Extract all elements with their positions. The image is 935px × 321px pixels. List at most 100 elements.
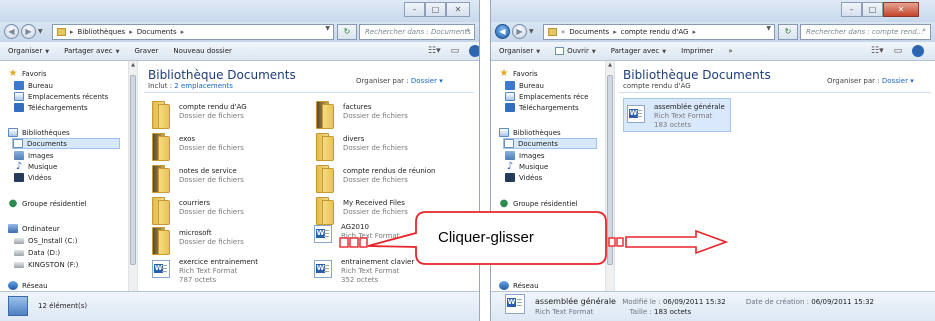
file-item-exercice-entrainement[interactable]: exercice entrainementRich Text Format787… bbox=[152, 256, 258, 286]
sidebar-item-downloads[interactable]: Téléchargements bbox=[14, 102, 88, 113]
forward-button[interactable]: ▶ bbox=[512, 24, 527, 39]
rtf-document-icon bbox=[152, 260, 170, 278]
preview-pane-icon[interactable]: ▭ bbox=[451, 45, 460, 57]
documents-icon bbox=[504, 139, 514, 148]
address-dropdown-icon[interactable]: ▼ bbox=[325, 25, 330, 32]
sidebar-item-homegroup[interactable]: ● Groupe résidentiel bbox=[499, 198, 578, 209]
arrange-by-dropdown[interactable]: Dossier ▾ bbox=[882, 77, 914, 85]
sidebar-item-videos[interactable]: Vidéos bbox=[14, 172, 51, 183]
file-item-divers[interactable]: divers Dossier de fichiers bbox=[316, 133, 408, 161]
breadcrumb-overflow[interactable]: « bbox=[561, 28, 565, 36]
left-address-bar[interactable]: ▸ Bibliothèques ▸ Documents ▸ ▼ bbox=[52, 24, 334, 40]
sidebar-item-downloads[interactable]: Téléchargements bbox=[505, 102, 579, 113]
refresh-button[interactable]: ↻ bbox=[337, 24, 357, 40]
sidebar-item-favorites[interactable]: ★ Favoris bbox=[8, 68, 47, 79]
breadcrumb-documents[interactable]: Documents bbox=[137, 28, 177, 36]
breadcrumb-separator: ▸ bbox=[70, 28, 74, 36]
sidebar-item-network[interactable]: Réseau bbox=[8, 280, 48, 291]
breadcrumb-libraries[interactable]: Bibliothèques bbox=[78, 28, 126, 36]
right-sidebar-scrollbar[interactable]: ▲ bbox=[605, 61, 614, 291]
folder-subtitle: compte rendu d'AG bbox=[623, 82, 691, 90]
sidebar-item-libraries[interactable]: Bibliothèques bbox=[499, 127, 561, 138]
left-sidebar-scrollbar[interactable]: ▲ bbox=[128, 61, 137, 291]
file-item-exos[interactable]: exos Dossier de fichiers bbox=[152, 133, 244, 161]
share-menu[interactable]: Partager avec ▼ bbox=[611, 47, 666, 55]
sidebar-item-documents[interactable]: Documents bbox=[12, 138, 120, 149]
organize-menu[interactable]: Organiser ▼ bbox=[499, 47, 540, 55]
sidebar-item-desktop[interactable]: Bureau bbox=[14, 80, 53, 91]
share-menu[interactable]: Partager avec ▼ bbox=[64, 47, 119, 55]
back-button[interactable]: ◀ bbox=[495, 24, 510, 39]
breadcrumb-documents[interactable]: Documents bbox=[569, 28, 609, 36]
file-item-compte-rendu-ag[interactable]: compte rendu d'AG Dossier de fichiers bbox=[152, 101, 247, 129]
left-address-row: ◀ ▶ ▼ ▸ Bibliothèques ▸ Documents ▸ ▼ ↻ … bbox=[0, 22, 479, 42]
sidebar-item-homegroup[interactable]: ● Groupe résidentiel bbox=[8, 198, 87, 209]
more-commands-button[interactable]: » bbox=[728, 47, 732, 55]
refresh-button[interactable]: ↻ bbox=[778, 24, 798, 40]
sidebar-item-drive-c[interactable]: OS_Install (C:) bbox=[14, 235, 77, 246]
file-item-notes-de-service[interactable]: notes de service Dossier de fichiers bbox=[152, 165, 244, 193]
forward-button[interactable]: ▶ bbox=[21, 24, 36, 39]
arrange-by-dropdown[interactable]: Dossier ▾ bbox=[411, 77, 443, 85]
breadcrumb-compte-rendu-ag[interactable]: compte rendu d'AG bbox=[621, 28, 689, 36]
maximize-button[interactable]: □ bbox=[862, 2, 883, 17]
address-dropdown-icon[interactable]: ▼ bbox=[766, 25, 771, 32]
sidebar-item-drive-f[interactable]: KINGSTON (F:) bbox=[14, 259, 78, 270]
help-icon[interactable]: ? bbox=[912, 45, 925, 57]
file-item-microsoft[interactable]: microsoft Dossier de fichiers bbox=[152, 227, 244, 255]
print-button[interactable]: Imprimer bbox=[681, 47, 713, 55]
file-item-assemblee-generale[interactable]: assemblée généraleRich Text Format183 oc… bbox=[623, 98, 731, 132]
drive-icon bbox=[14, 237, 24, 244]
right-search-input[interactable]: Rechercher dans : compte rend... ⌕ bbox=[800, 24, 931, 40]
recent-pages-dropdown-icon[interactable]: ▼ bbox=[38, 28, 43, 35]
sidebar-item-drive-f[interactable]: KINGSTON (F:) bbox=[515, 255, 565, 266]
sidebar-item-images[interactable]: Images bbox=[14, 150, 54, 161]
left-navigation-pane: ★ Favoris Bureau Emplacements récents Tél… bbox=[0, 61, 138, 291]
minimize-button[interactable]: – bbox=[404, 2, 425, 17]
file-item-factures[interactable]: factures Dossier de fichiers bbox=[316, 101, 408, 129]
sidebar-item-desktop[interactable]: Bureau bbox=[505, 80, 544, 91]
maximize-button[interactable]: □ bbox=[425, 2, 446, 17]
homegroup-icon: ● bbox=[8, 198, 18, 209]
organize-menu[interactable]: Organiser ▼ bbox=[8, 47, 49, 55]
view-options-icon[interactable]: ☷▾ bbox=[871, 45, 884, 57]
sidebar-item-libraries[interactable]: Bibliothèques bbox=[8, 127, 70, 138]
help-icon[interactable]: ? bbox=[469, 45, 479, 57]
burn-button[interactable]: Graver bbox=[135, 47, 159, 55]
sidebar-item-computer[interactable]: Ordinateur bbox=[8, 223, 60, 234]
open-menu[interactable]: Ouvrir ▼ bbox=[555, 47, 596, 55]
close-button[interactable]: ✕ bbox=[446, 2, 470, 17]
folder-icon bbox=[152, 101, 170, 129]
minimize-button[interactable]: – bbox=[841, 2, 862, 17]
file-item-ag2010[interactable]: AG2010Rich Text Formatoctets bbox=[314, 221, 399, 251]
sidebar-item-images[interactable]: Images bbox=[505, 150, 545, 161]
locations-link[interactable]: 2 emplacements bbox=[174, 82, 233, 90]
right-address-bar[interactable]: « Documents ▸ compte rendu d'AG ▸ ▼ bbox=[543, 24, 775, 40]
images-icon bbox=[505, 151, 515, 160]
sidebar-item-recent-places[interactable]: Emplacements réce bbox=[505, 91, 588, 102]
sidebar-item-music[interactable]: ♪ Musique bbox=[14, 161, 57, 172]
file-item-compte-rendus-reunion[interactable]: compte rendus de réunion Dossier de fichi… bbox=[316, 165, 435, 193]
file-item-courriers[interactable]: courriers Dossier de fichiers bbox=[152, 197, 244, 225]
computer-icon bbox=[8, 224, 18, 233]
sidebar-item-documents[interactable]: Documents bbox=[503, 138, 597, 149]
left-search-input[interactable]: Rechercher dans : Documents ⌕ bbox=[359, 24, 475, 40]
new-folder-button[interactable]: Nouveau dossier bbox=[173, 47, 232, 55]
folder-icon bbox=[316, 197, 334, 225]
libraries-icon bbox=[499, 128, 509, 137]
header-divider bbox=[619, 92, 931, 93]
sidebar-item-videos[interactable]: Vidéos bbox=[505, 172, 542, 183]
close-button[interactable]: ✕ bbox=[883, 2, 919, 17]
preview-pane-icon[interactable]: ▭ bbox=[894, 45, 903, 57]
sidebar-item-drive-d[interactable]: Data (D:) bbox=[14, 247, 60, 258]
breadcrumb-separator: ▸ bbox=[180, 28, 185, 36]
sidebar-item-favorites[interactable]: ★ Favoris bbox=[499, 68, 538, 79]
recent-pages-dropdown-icon[interactable]: ▼ bbox=[529, 28, 534, 35]
sidebar-item-music[interactable]: ♪ Musique bbox=[505, 161, 548, 172]
file-item-entrainement-clavier[interactable]: entrainement clavierRich Text Format352 … bbox=[314, 256, 414, 286]
back-button[interactable]: ◀ bbox=[4, 24, 19, 39]
sidebar-item-recent-places[interactable]: Emplacements récents bbox=[14, 91, 108, 102]
view-options-icon[interactable]: ☷▾ bbox=[428, 45, 441, 57]
sidebar-item-network[interactable]: Réseau bbox=[499, 280, 539, 291]
rtf-document-icon bbox=[627, 105, 645, 123]
